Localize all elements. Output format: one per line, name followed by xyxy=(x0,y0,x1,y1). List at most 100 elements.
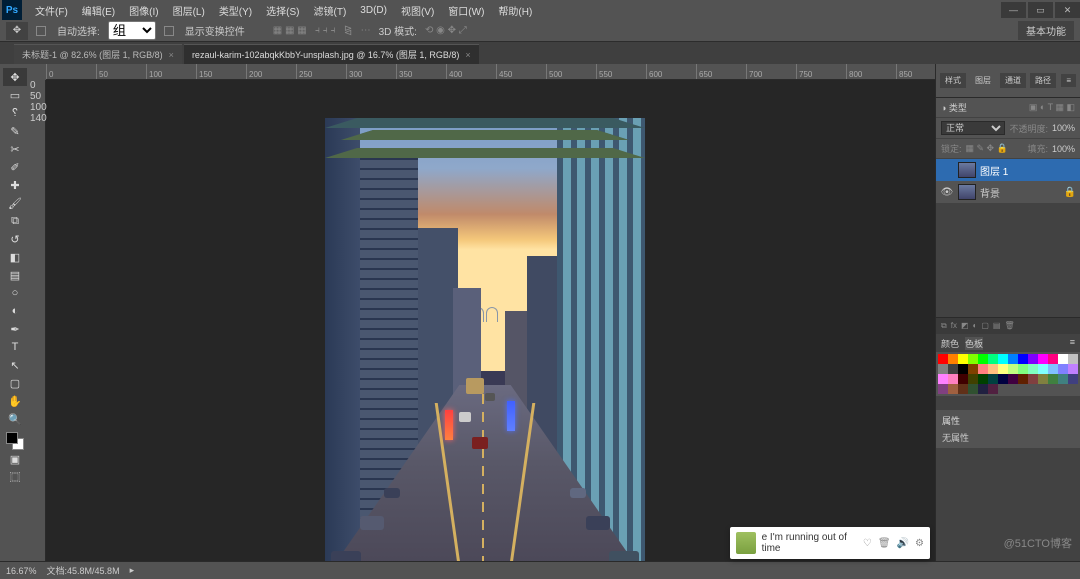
menu-filter[interactable]: 滤镜(T) xyxy=(307,3,354,18)
swatch[interactable] xyxy=(948,384,958,394)
adjustment-layer-icon[interactable]: ◐ xyxy=(973,321,978,330)
menu-3d[interactable]: 3D(D) xyxy=(353,5,394,16)
panel-tab-paths[interactable]: 路径 xyxy=(1030,73,1056,88)
layer-name[interactable]: 背景 xyxy=(980,185,1000,200)
swatch[interactable] xyxy=(1048,374,1058,384)
close-tab-icon[interactable]: × xyxy=(465,50,470,60)
close-tab-icon[interactable]: × xyxy=(169,50,174,60)
swatch[interactable] xyxy=(1058,354,1068,364)
swatch[interactable] xyxy=(978,354,988,364)
document-tab-2[interactable]: rezaul-karim-102abqkKbbY-unsplash.jpg @ … xyxy=(184,44,479,64)
visibility-toggle-icon[interactable]: 👁 xyxy=(940,187,954,198)
menu-edit[interactable]: 编辑(E) xyxy=(75,3,122,18)
volume-icon[interactable]: 🔊 xyxy=(897,538,909,549)
swatch[interactable] xyxy=(1018,364,1028,374)
workspace-switcher[interactable]: 基本功能 xyxy=(1018,21,1074,40)
menu-window[interactable]: 窗口(W) xyxy=(441,3,491,18)
quick-select-tool[interactable]: ✎ xyxy=(3,122,27,140)
move-tool[interactable]: ✥ xyxy=(3,68,27,86)
shape-tool[interactable]: ▢ xyxy=(3,374,27,392)
close-button[interactable]: ✕ xyxy=(1055,2,1080,18)
foreground-background-colors[interactable] xyxy=(6,432,24,450)
swatch[interactable] xyxy=(938,374,948,384)
zoom-level[interactable]: 16.67% xyxy=(6,566,37,576)
panel-tab-channels[interactable]: 通道 xyxy=(1000,73,1026,88)
swatch[interactable] xyxy=(988,364,998,374)
canvas-area[interactable]: 0501001502002503003504004505005506006507… xyxy=(30,64,935,561)
path-select-tool[interactable]: ↖ xyxy=(3,356,27,374)
layer-row[interactable]: 👁 背景 🔒 xyxy=(936,181,1080,203)
swatch[interactable] xyxy=(988,354,998,364)
swatch[interactable] xyxy=(958,374,968,384)
swatch[interactable] xyxy=(1048,354,1058,364)
swatch[interactable] xyxy=(968,374,978,384)
eraser-tool[interactable]: ◧ xyxy=(3,248,27,266)
horizontal-ruler[interactable]: 0501001502002503003504004505005506006507… xyxy=(46,64,935,80)
healing-tool[interactable]: ✚ xyxy=(3,176,27,194)
swatch[interactable] xyxy=(948,364,958,374)
opacity-value[interactable]: 100% xyxy=(1052,123,1075,133)
panel-tab-styles[interactable]: 样式 xyxy=(940,73,966,88)
swatch[interactable] xyxy=(948,354,958,364)
swatch[interactable] xyxy=(998,354,1008,364)
swatch[interactable] xyxy=(1038,374,1048,384)
swatch[interactable] xyxy=(1058,364,1068,374)
swatch[interactable] xyxy=(998,364,1008,374)
gradient-tool[interactable]: ▤ xyxy=(3,266,27,284)
foreground-color-swatch[interactable] xyxy=(6,432,18,444)
history-brush-tool[interactable]: ↺ xyxy=(3,230,27,248)
screen-mode-toggle[interactable]: ⿴ xyxy=(3,468,27,486)
menu-view[interactable]: 视图(V) xyxy=(394,3,441,18)
dodge-tool[interactable]: ◐ xyxy=(3,302,27,320)
swatch[interactable] xyxy=(938,384,948,394)
swatch[interactable] xyxy=(948,374,958,384)
marquee-tool[interactable]: ▭ xyxy=(3,86,27,104)
vertical-ruler[interactable]: 050100140 xyxy=(30,80,46,561)
layer-filter-kind[interactable]: ◑ 类型 xyxy=(941,101,967,114)
panel-tab-color[interactable]: 颜色 xyxy=(941,337,959,350)
panel-menu-icon[interactable]: ≡ xyxy=(1061,74,1076,87)
settings-icon[interactable]: ⚙ xyxy=(915,538,924,549)
document-tab-1[interactable]: 未标题-1 @ 82.6% (图层 1, RGB/8) × xyxy=(14,44,182,64)
delete-icon[interactable]: 🗑 xyxy=(878,538,891,549)
document-canvas[interactable] xyxy=(325,118,645,578)
auto-select-checkbox[interactable] xyxy=(36,26,46,36)
panel-menu-icon[interactable]: ≡ xyxy=(1070,337,1075,350)
menu-help[interactable]: 帮助(H) xyxy=(491,3,539,18)
auto-select-dropdown[interactable]: 组 xyxy=(108,21,156,40)
link-layers-icon[interactable]: ⧉ xyxy=(941,321,947,331)
swatch[interactable] xyxy=(958,384,968,394)
swatch[interactable] xyxy=(978,374,988,384)
swatch[interactable] xyxy=(1038,364,1048,374)
panel-tab-swatches[interactable]: 色板 xyxy=(965,337,983,350)
swatch[interactable] xyxy=(1028,364,1038,374)
swatch[interactable] xyxy=(1068,374,1078,384)
fill-value[interactable]: 100% xyxy=(1052,144,1075,154)
menu-file[interactable]: 文件(F) xyxy=(28,3,75,18)
swatch[interactable] xyxy=(968,384,978,394)
hand-tool[interactable]: ✋ xyxy=(3,392,27,410)
clone-stamp-tool[interactable]: ⧉ xyxy=(3,212,27,230)
swatch[interactable] xyxy=(1068,364,1078,374)
move-tool-preset-icon[interactable]: ✥ xyxy=(6,22,28,40)
ruler-origin[interactable] xyxy=(30,64,46,80)
swatch[interactable] xyxy=(968,354,978,364)
swatch[interactable] xyxy=(1058,374,1068,384)
swatch[interactable] xyxy=(968,364,978,374)
crop-tool[interactable]: ✂ xyxy=(3,140,27,158)
swatch[interactable] xyxy=(958,354,968,364)
swatch[interactable] xyxy=(1028,354,1038,364)
swatch[interactable] xyxy=(998,374,1008,384)
minimize-button[interactable]: — xyxy=(1001,2,1026,18)
swatch[interactable] xyxy=(1068,354,1078,364)
swatch[interactable] xyxy=(1008,374,1018,384)
layer-name[interactable]: 图层 1 xyxy=(980,163,1008,178)
system-notification[interactable]: e I'm running out of time ♡ 🗑 🔊 ⚙ xyxy=(730,527,930,559)
new-layer-icon[interactable]: ▤ xyxy=(993,321,1001,330)
layer-style-icon[interactable]: fx xyxy=(951,321,957,330)
swatch[interactable] xyxy=(978,384,988,394)
layer-thumbnail[interactable] xyxy=(958,162,976,178)
swatch[interactable] xyxy=(978,364,988,374)
swatch[interactable] xyxy=(1048,364,1058,374)
panel-tab-layers[interactable]: 图层 xyxy=(970,73,996,88)
